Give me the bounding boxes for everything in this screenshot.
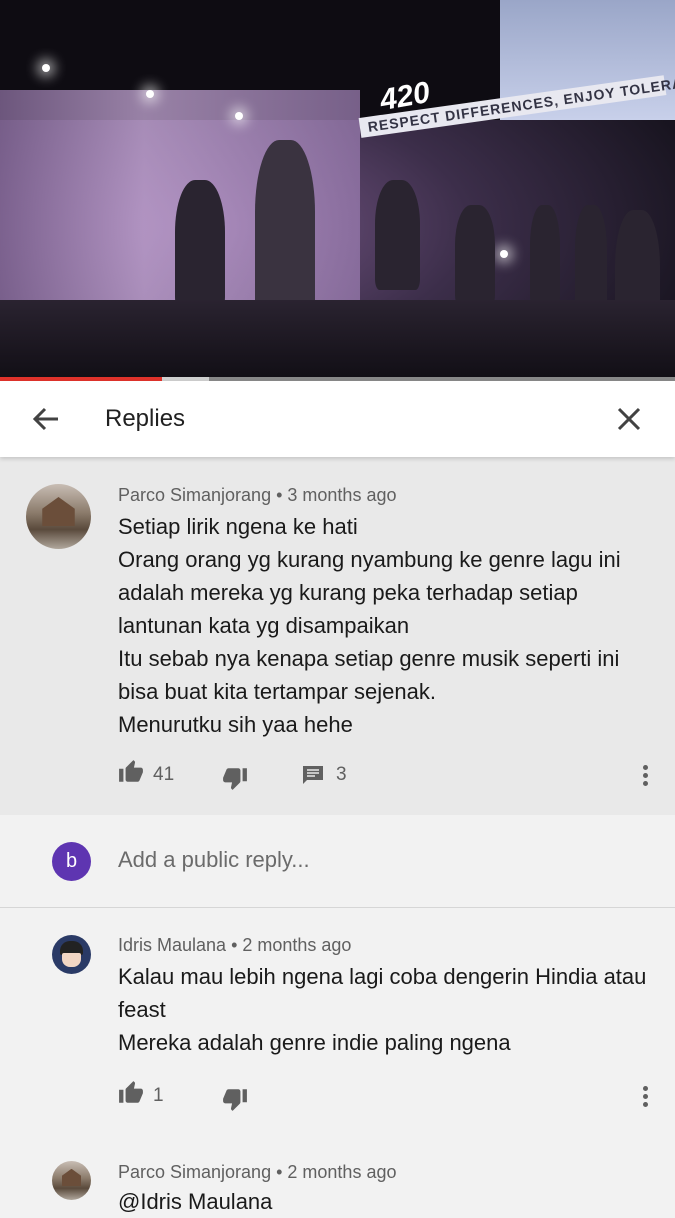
band-member — [375, 180, 420, 290]
close-icon[interactable] — [613, 403, 645, 435]
video-stage — [0, 300, 675, 377]
video-player[interactable]: 420 RESPECT DIFFERENCES, ENJOY TOLERANCE — [0, 0, 675, 377]
like-count: 41 — [153, 764, 175, 785]
thumbs-down-icon[interactable] — [222, 1086, 248, 1117]
comment-text: Kalau mau lebih ngena lagi coba dengerin… — [118, 964, 647, 1055]
stage-light — [146, 90, 154, 98]
band-member — [175, 180, 225, 310]
reply-comment-icon[interactable] — [301, 763, 325, 792]
comment-meta: Idris Maulana • 2 months ago — [118, 935, 351, 956]
reply-input[interactable]: Add a public reply... — [118, 847, 310, 873]
thumbs-up-icon[interactable] — [118, 1080, 144, 1111]
avatar[interactable] — [26, 484, 91, 549]
avatar: b — [52, 842, 91, 881]
arrow-left-icon[interactable] — [30, 403, 62, 435]
page-title: Replies — [105, 405, 186, 432]
comment-time: 3 months ago — [287, 485, 397, 505]
more-vert-icon[interactable] — [643, 1086, 649, 1110]
thumbs-down-icon[interactable] — [222, 765, 248, 796]
replies-header: Replies — [0, 381, 675, 457]
more-vert-icon[interactable] — [643, 765, 649, 789]
comment-time: 2 months ago — [287, 1162, 397, 1182]
audience-member — [575, 205, 607, 315]
avatar[interactable] — [52, 935, 91, 974]
meta-separator: • — [271, 1162, 288, 1182]
comment-text: @Idris Maulana — [118, 1189, 273, 1214]
comment-author[interactable]: Parco Simanjorang — [118, 485, 271, 505]
comment-meta: Parco Simanjorang • 2 months ago — [118, 1162, 396, 1183]
reply-count: 3 — [336, 764, 347, 785]
meta-separator: • — [271, 485, 288, 505]
parent-comment: Parco Simanjorang • 3 months ago Setiap … — [0, 457, 675, 815]
like-count: 1 — [153, 1085, 164, 1106]
comment-text: Setiap lirik ngena ke hati Orang orang y… — [118, 514, 621, 737]
singer — [255, 140, 315, 320]
audience-member — [530, 205, 560, 305]
stage-light — [42, 64, 50, 72]
avatar[interactable] — [52, 1161, 91, 1200]
band-member — [455, 205, 495, 305]
stage-light — [235, 112, 243, 120]
thumbs-up-icon[interactable] — [118, 759, 144, 790]
stage-light — [500, 250, 508, 258]
comment-author[interactable]: Parco Simanjorang — [118, 1162, 271, 1182]
comment-author[interactable]: Idris Maulana — [118, 935, 226, 955]
comment-time: 2 months ago — [242, 935, 352, 955]
reply-input-row[interactable]: b Add a public reply... — [0, 815, 675, 908]
comment-meta: Parco Simanjorang • 3 months ago — [118, 485, 396, 506]
meta-separator: • — [226, 935, 243, 955]
